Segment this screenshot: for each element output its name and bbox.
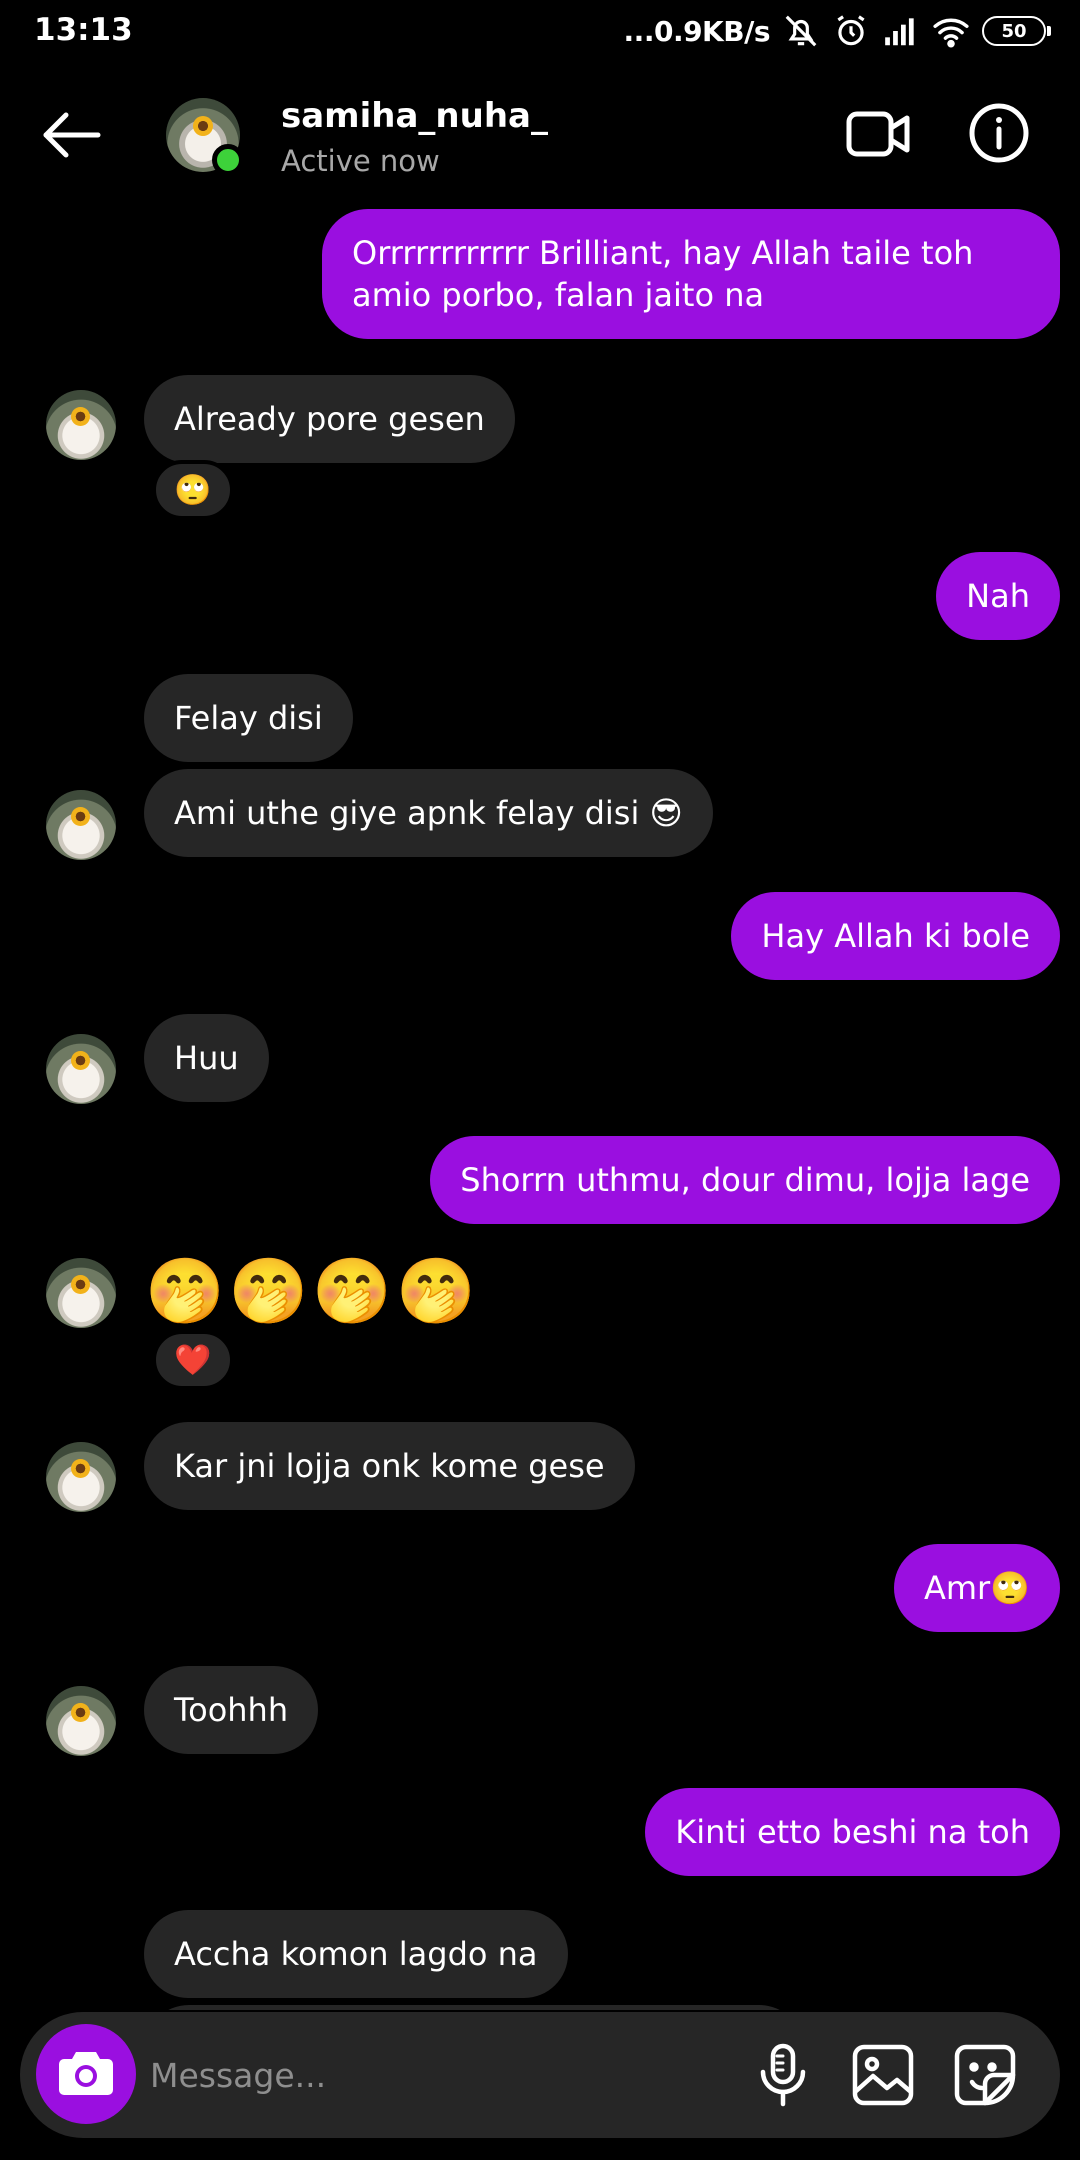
camera-icon	[59, 2052, 113, 2095]
chat-header: samiha_nuha_ Active now	[0, 62, 1080, 212]
message-bubble-incoming-partial[interactable]	[144, 2005, 804, 2010]
message-reaction[interactable]: 🙄	[152, 460, 234, 520]
sender-avatar[interactable]	[46, 1034, 116, 1104]
wifi-icon	[933, 18, 969, 48]
camera-button[interactable]	[36, 2024, 136, 2124]
emoji-message[interactable]: 🤭🤭🤭🤭	[145, 1252, 480, 1332]
back-arrow-icon[interactable]	[40, 110, 102, 160]
contact-status: Active now	[281, 144, 440, 178]
message-bubble-incoming[interactable]: Already pore gesen	[144, 375, 515, 463]
message-bubble-incoming[interactable]: Kar jni lojja onk kome gese	[144, 1422, 635, 1510]
battery-level: 50	[1001, 20, 1027, 42]
sender-avatar[interactable]	[46, 1686, 116, 1756]
message-list[interactable]: Orrrrrrrrrrrr Brilliant, hay Allah taile…	[0, 200, 1080, 2010]
network-speed: ...0.9KB/s	[623, 14, 771, 48]
signal-icon	[885, 18, 914, 46]
message-bubble-outgoing[interactable]: Orrrrrrrrrrrr Brilliant, hay Allah taile…	[322, 209, 1060, 339]
alarm-icon	[837, 15, 865, 46]
message-input[interactable]	[150, 2040, 710, 2110]
message-bubble-outgoing[interactable]: Nah	[936, 552, 1060, 640]
message-bubble-outgoing[interactable]: Kinti etto beshi na toh	[645, 1788, 1060, 1876]
gallery-icon[interactable]	[850, 2042, 916, 2108]
message-bubble-outgoing[interactable]: Shorrn uthmu, dour dimu, lojja lage	[430, 1136, 1060, 1224]
microphone-icon[interactable]	[750, 2042, 816, 2108]
online-indicator	[212, 144, 244, 176]
sender-avatar[interactable]	[46, 1442, 116, 1512]
sender-avatar[interactable]	[46, 790, 116, 860]
video-call-icon[interactable]	[846, 106, 910, 162]
info-icon[interactable]	[968, 102, 1030, 164]
status-time: 13:13	[34, 12, 133, 48]
message-bubble-incoming[interactable]: Felay disi	[144, 674, 353, 762]
message-composer	[20, 2012, 1060, 2138]
message-reaction[interactable]: ❤️	[152, 1330, 234, 1390]
message-bubble-incoming[interactable]: Toohhh	[144, 1666, 319, 1754]
message-bubble-outgoing[interactable]: Hay Allah ki bole	[731, 892, 1060, 980]
mute-icon	[785, 15, 817, 47]
message-bubble-incoming[interactable]: Accha komon lagdo na	[144, 1910, 568, 1998]
message-bubble-outgoing[interactable]: Amr🙄	[893, 1544, 1060, 1632]
message-bubble-incoming[interactable]: Huu	[144, 1014, 269, 1102]
message-bubble-incoming[interactable]: Ami uthe giye apnk felay disi 😎	[144, 769, 713, 857]
sender-avatar[interactable]	[46, 390, 116, 460]
battery-icon: 50	[982, 16, 1051, 46]
sender-avatar[interactable]	[46, 1258, 116, 1328]
status-bar: 13:13 ...0.9KB/s 50	[0, 0, 1080, 62]
status-indicators: ...0.9KB/s 50	[623, 10, 1051, 52]
sticker-icon[interactable]	[952, 2042, 1018, 2108]
contact-name[interactable]: samiha_nuha_	[281, 96, 548, 136]
